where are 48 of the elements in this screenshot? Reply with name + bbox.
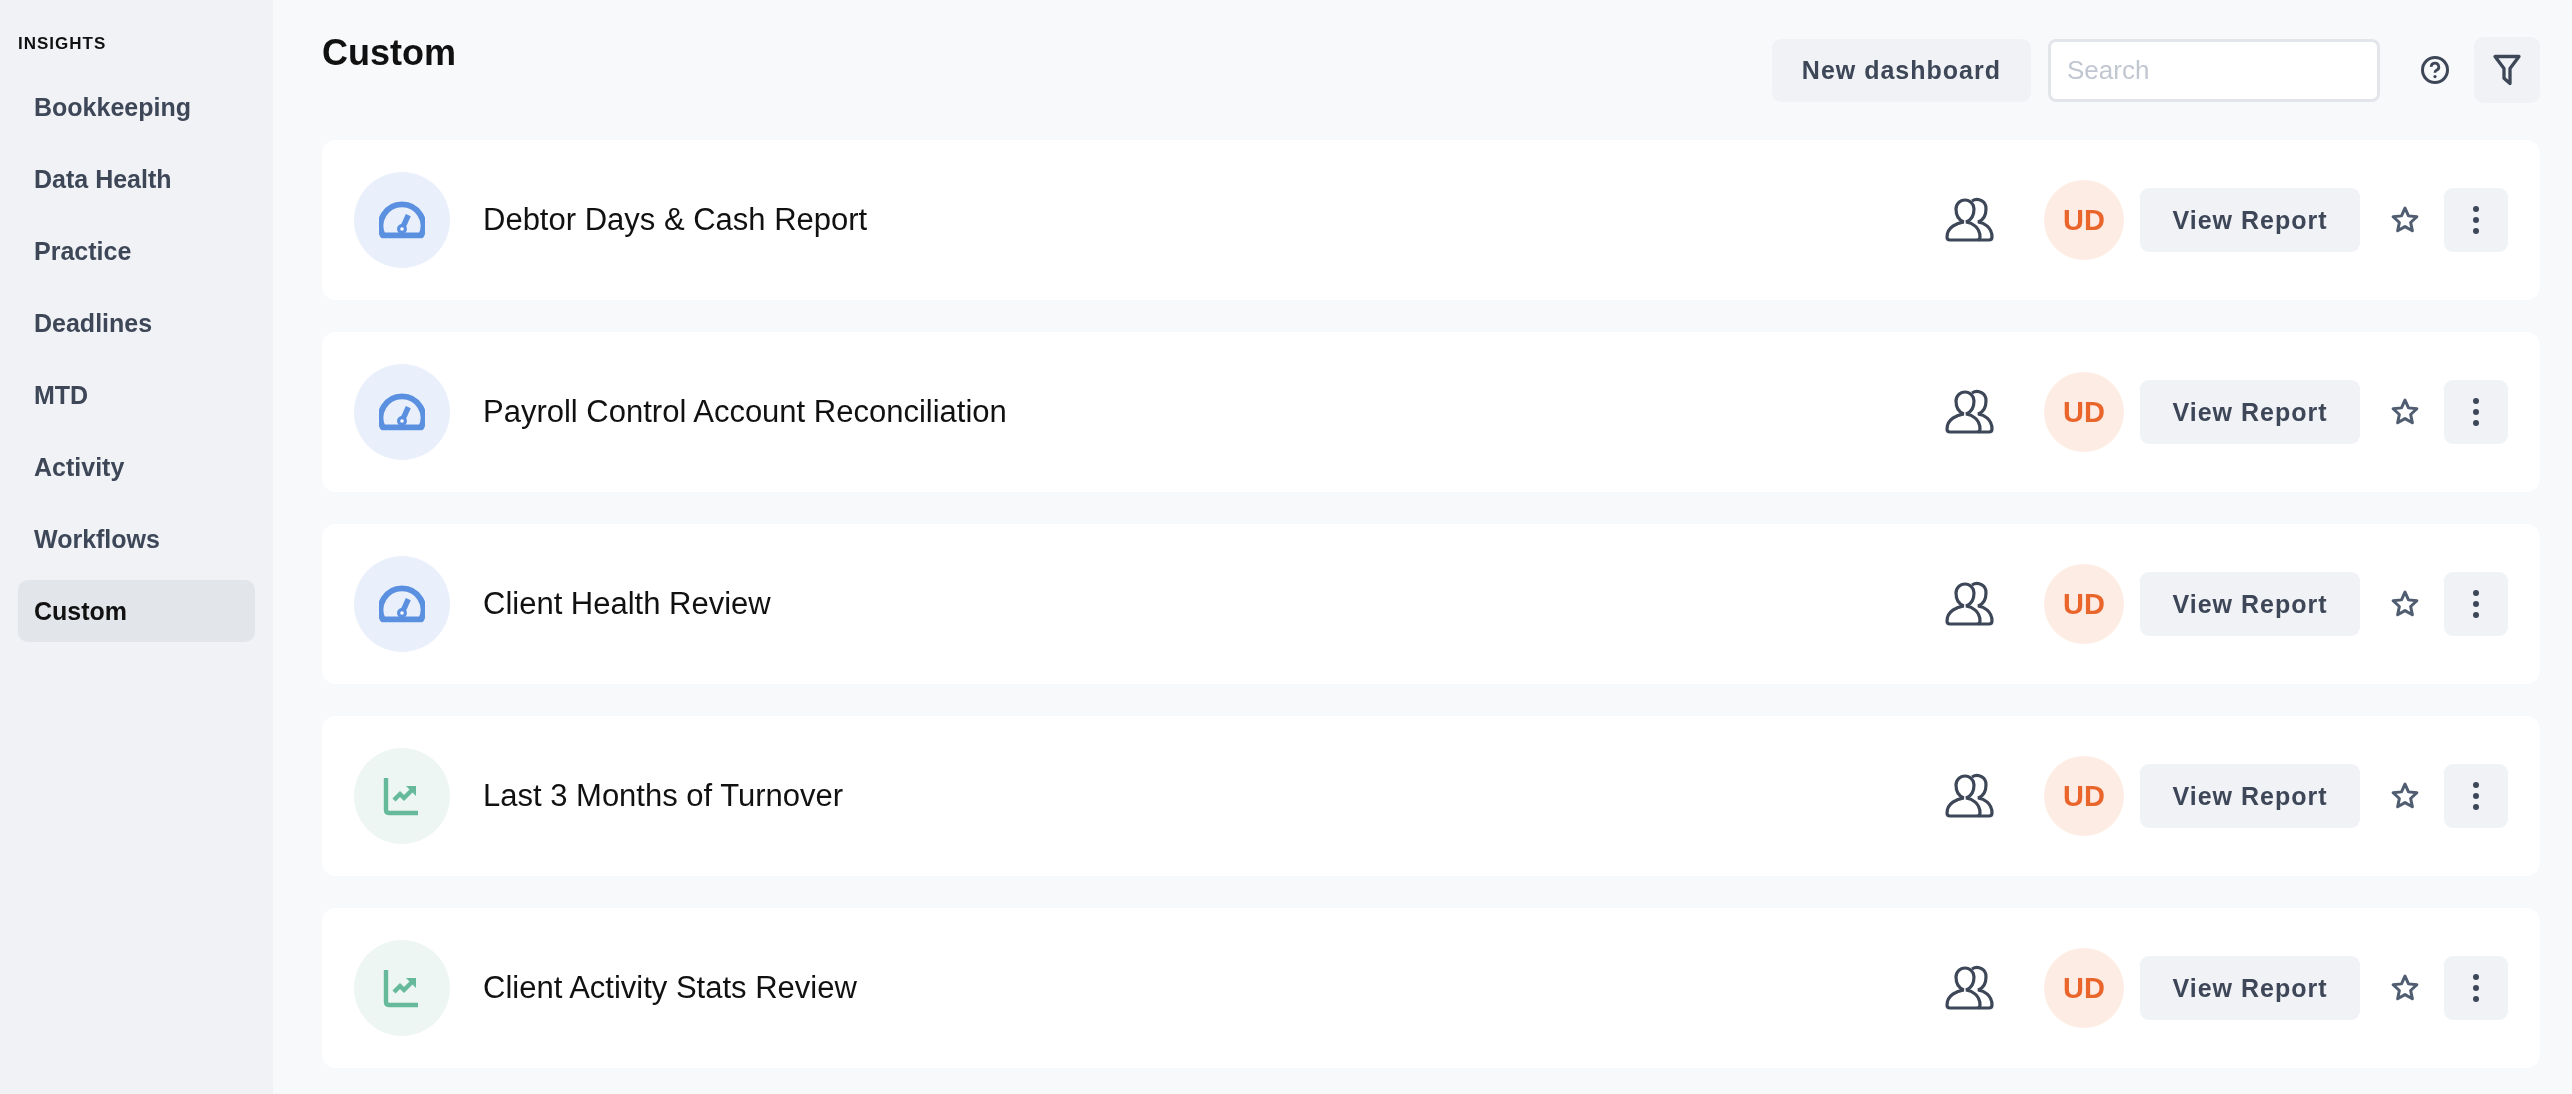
help-icon[interactable] (2420, 55, 2450, 85)
more-icon (2472, 973, 2480, 1003)
sidebar-item[interactable]: Custom (18, 580, 255, 642)
user-avatar: UD (2044, 180, 2124, 260)
more-icon (2472, 397, 2480, 427)
star-icon[interactable] (2390, 781, 2420, 811)
dashboard-title: Client Activity Stats Review (483, 970, 858, 1006)
sidebar-item[interactable]: Data Health (18, 148, 255, 210)
dashboard-title: Debtor Days & Cash Report (483, 202, 869, 238)
sidebar-item[interactable]: Workflows (18, 508, 255, 570)
user-avatar: UD (2044, 756, 2124, 836)
view-report-button[interactable]: View Report (2140, 956, 2360, 1020)
view-report-button[interactable]: View Report (2140, 188, 2360, 252)
view-report-button[interactable]: View Report (2140, 380, 2360, 444)
user-avatar: UD (2044, 948, 2124, 1028)
more-icon (2472, 781, 2480, 811)
sidebar-item[interactable]: Practice (18, 220, 255, 282)
gauge-icon (379, 585, 425, 623)
more-options-button[interactable] (2444, 956, 2508, 1020)
view-report-button[interactable]: View Report (2140, 572, 2360, 636)
more-options-button[interactable] (2444, 764, 2508, 828)
page-title: Custom (322, 32, 457, 74)
user-avatar: UD (2044, 372, 2124, 452)
sidebar-item[interactable]: Deadlines (18, 292, 255, 354)
section-heading: INSIGHTS (18, 34, 108, 54)
more-icon (2472, 205, 2480, 235)
more-options-button[interactable] (2444, 572, 2508, 636)
sidebar-item[interactable]: Activity (18, 436, 255, 498)
star-icon[interactable] (2390, 973, 2420, 1003)
more-icon (2472, 589, 2480, 619)
sidebar-item[interactable]: Bookkeeping (18, 76, 255, 138)
gauge-icon (379, 201, 425, 239)
user-avatar: UD (2044, 564, 2124, 644)
star-icon[interactable] (2390, 397, 2420, 427)
dashboard-title: Payroll Control Account Reconciliation (483, 394, 1008, 430)
dashboard-title: Last 3 Months of Turnover (483, 778, 845, 814)
more-options-button[interactable] (2444, 380, 2508, 444)
view-report-button[interactable]: View Report (2140, 764, 2360, 828)
star-icon[interactable] (2390, 205, 2420, 235)
new-dashboard-button[interactable]: New dashboard (1771, 38, 2031, 102)
star-icon[interactable] (2390, 589, 2420, 619)
search-field[interactable]: Search (2048, 38, 2380, 102)
more-options-button[interactable] (2444, 188, 2508, 252)
sidebar-item[interactable]: MTD (18, 364, 255, 426)
gauge-icon (379, 393, 425, 431)
filter-icon (2492, 53, 2522, 87)
filter-button[interactable] (2474, 37, 2540, 103)
dashboard-title: Client Health Review (483, 586, 772, 622)
